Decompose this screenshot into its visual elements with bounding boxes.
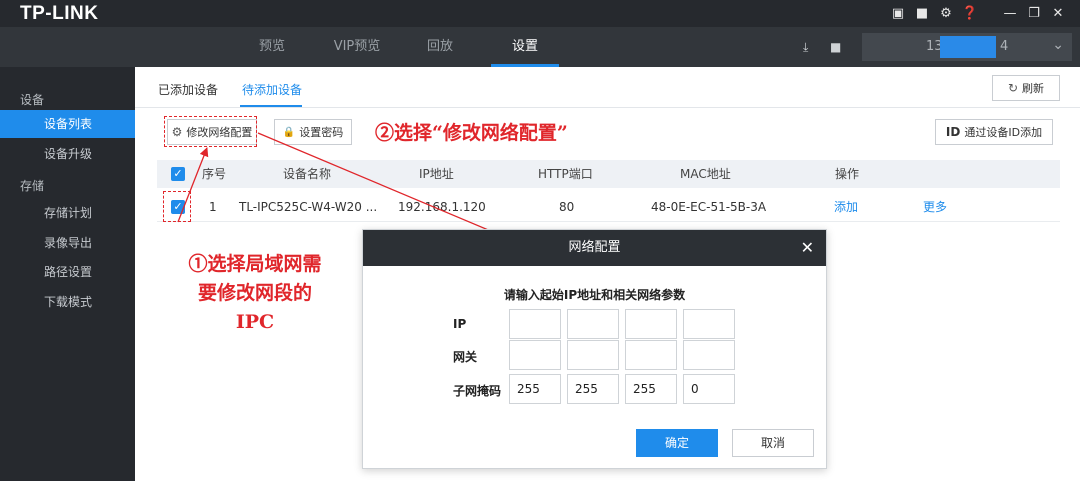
col-device-name: 设备名称 (283, 167, 332, 181)
tab-playback[interactable]: 回放 (410, 27, 470, 67)
table-header: ✓ 序号 设备名称 IP地址 HTTP端口 MAC地址 操作 (157, 160, 1060, 188)
table-row: ✓ 1 TL-IPC525C-W4-W20 ... 192.168.1.120 … (157, 192, 1060, 222)
annotation-step-1-line: IPC (235, 311, 275, 333)
lock-icon: 🔒 (282, 126, 296, 138)
ip-label: IP (453, 317, 467, 331)
restore-icon[interactable]: ❐ (1022, 0, 1046, 27)
sidebar-item-download-mode[interactable]: 下载模式 (0, 288, 135, 316)
dialog-title: 网络配置 (568, 240, 621, 255)
gateway-label: 网关 (453, 350, 478, 364)
annotation-step-2: ②选择“修改网络配置” (375, 122, 568, 144)
row-ip: 192.168.1.120 (398, 200, 486, 214)
sidebar-group-device: 设备 (20, 93, 45, 107)
subnet-octet-3[interactable]: 255 (625, 374, 677, 404)
ip-octet-3[interactable] (625, 309, 677, 339)
cancel-button[interactable]: 取消 (732, 429, 814, 457)
folder-icon[interactable]: ■ (830, 27, 841, 67)
account-selector[interactable]: 13 4 ⌄ (862, 33, 1072, 61)
subnet-label: 子网掩码 (453, 384, 502, 398)
refresh-label: 刷新 (1022, 82, 1045, 95)
divider (135, 107, 1080, 108)
ip-octet-2[interactable] (567, 309, 619, 339)
confirm-button[interactable]: 确定 (636, 429, 718, 457)
id-icon: ID (945, 125, 961, 139)
annotation-step-1-line: ①选择局域网需 (188, 253, 322, 275)
add-device-link[interactable]: 添加 (834, 192, 858, 222)
subnet-octet-2[interactable]: 255 (567, 374, 619, 404)
cpu-icon[interactable]: ■ (910, 0, 934, 27)
dialog-prompt: 请输入起始IP地址和相关网络参数 (503, 288, 686, 302)
annotation-box-checkbox (163, 191, 191, 222)
col-ip: IP地址 (419, 167, 454, 181)
gateway-octet-4[interactable] (683, 340, 735, 370)
add-by-id-button[interactable]: ID 通过设备ID添加 (935, 119, 1053, 145)
tab-pending-devices[interactable]: 待添加设备 (242, 81, 302, 98)
refresh-button[interactable]: ↻ 刷新 (992, 75, 1060, 101)
row-index: 1 (209, 200, 217, 214)
subnet-octet-1[interactable]: 255 (509, 374, 561, 404)
minimize-icon[interactable]: — (998, 0, 1022, 27)
row-http-port: 80 (559, 200, 575, 214)
sidebar-item-video-export[interactable]: 录像导出 (0, 229, 135, 257)
network-config-dialog: 网络配置 ✕ 请输入起始IP地址和相关网络参数 IP 网关 子网掩码 255 2… (362, 229, 827, 469)
sidebar-item-storage-plan[interactable]: 存储计划 (0, 199, 135, 227)
chevron-down-icon[interactable]: ⌄ (1052, 37, 1064, 53)
gateway-octet-1[interactable] (509, 340, 561, 370)
account-redaction (940, 36, 996, 58)
col-http-port: HTTP端口 (538, 167, 593, 181)
dialog-header: 网络配置 ✕ (363, 230, 826, 266)
close-icon[interactable]: ✕ (801, 230, 814, 266)
annotation-step-1-line: 要修改网段的 (197, 282, 312, 304)
select-all-checkbox[interactable]: ✓ (171, 167, 185, 181)
set-password-label: 设置密码 (299, 126, 344, 139)
tab-vip-preview[interactable]: VIP预览 (322, 27, 392, 67)
gear-icon[interactable]: ⚙ (934, 0, 958, 27)
row-mac: 48-0E-EC-51-5B-3A (651, 200, 767, 214)
main-nav: 预览 VIP预览 回放 设置 ⤓ ■ 13 4 ⌄ (0, 27, 1080, 67)
ip-octet-4[interactable] (683, 309, 735, 339)
refresh-icon: ↻ (1007, 81, 1019, 95)
download-icon[interactable]: ⤓ (803, 27, 808, 67)
help-icon[interactable]: ❓ (958, 0, 982, 27)
gateway-octet-3[interactable] (625, 340, 677, 370)
sidebar-group-storage: 存储 (20, 179, 45, 193)
sidebar-item-device-upgrade[interactable]: 设备升级 (0, 140, 135, 168)
window-controls: ▣ ■ ⚙ ❓ — ❐ ✕ (886, 0, 1070, 27)
subnet-octet-4[interactable]: 0 (683, 374, 735, 404)
account-suffix: 4 (1000, 39, 1009, 54)
col-mac: MAC地址 (680, 167, 731, 181)
tab-added-devices[interactable]: 已添加设备 (158, 81, 218, 98)
annotation-box-modify (164, 116, 257, 147)
sidebar: 设备 设备列表 设备升级 存储 存储计划 录像导出 路径设置 下载模式 (0, 67, 135, 481)
layout-icon[interactable]: ▣ (886, 0, 910, 27)
gateway-octet-2[interactable] (567, 340, 619, 370)
sidebar-item-path-settings[interactable]: 路径设置 (0, 258, 135, 286)
more-link[interactable]: 更多 (923, 192, 947, 222)
app-logo: TP-LINK (20, 3, 99, 24)
title-bar: TP-LINK ▣ ■ ⚙ ❓ — ❐ ✕ (0, 0, 1080, 27)
close-icon[interactable]: ✕ (1046, 0, 1070, 27)
col-action: 操作 (835, 167, 860, 181)
ip-octet-1[interactable] (509, 309, 561, 339)
annotation-step-1: ①选择局域网需 要修改网段的 IPC (155, 250, 355, 337)
row-device-name: TL-IPC525C-W4-W20 ... (239, 200, 378, 214)
sidebar-item-device-list[interactable]: 设备列表 (0, 110, 135, 138)
set-password-button[interactable]: 🔒 设置密码 (274, 119, 352, 145)
add-by-id-label: 通过设备ID添加 (964, 126, 1043, 139)
tab-settings[interactable]: 设置 (491, 27, 559, 67)
col-index: 序号 (202, 167, 227, 181)
tab-preview[interactable]: 预览 (242, 27, 302, 67)
